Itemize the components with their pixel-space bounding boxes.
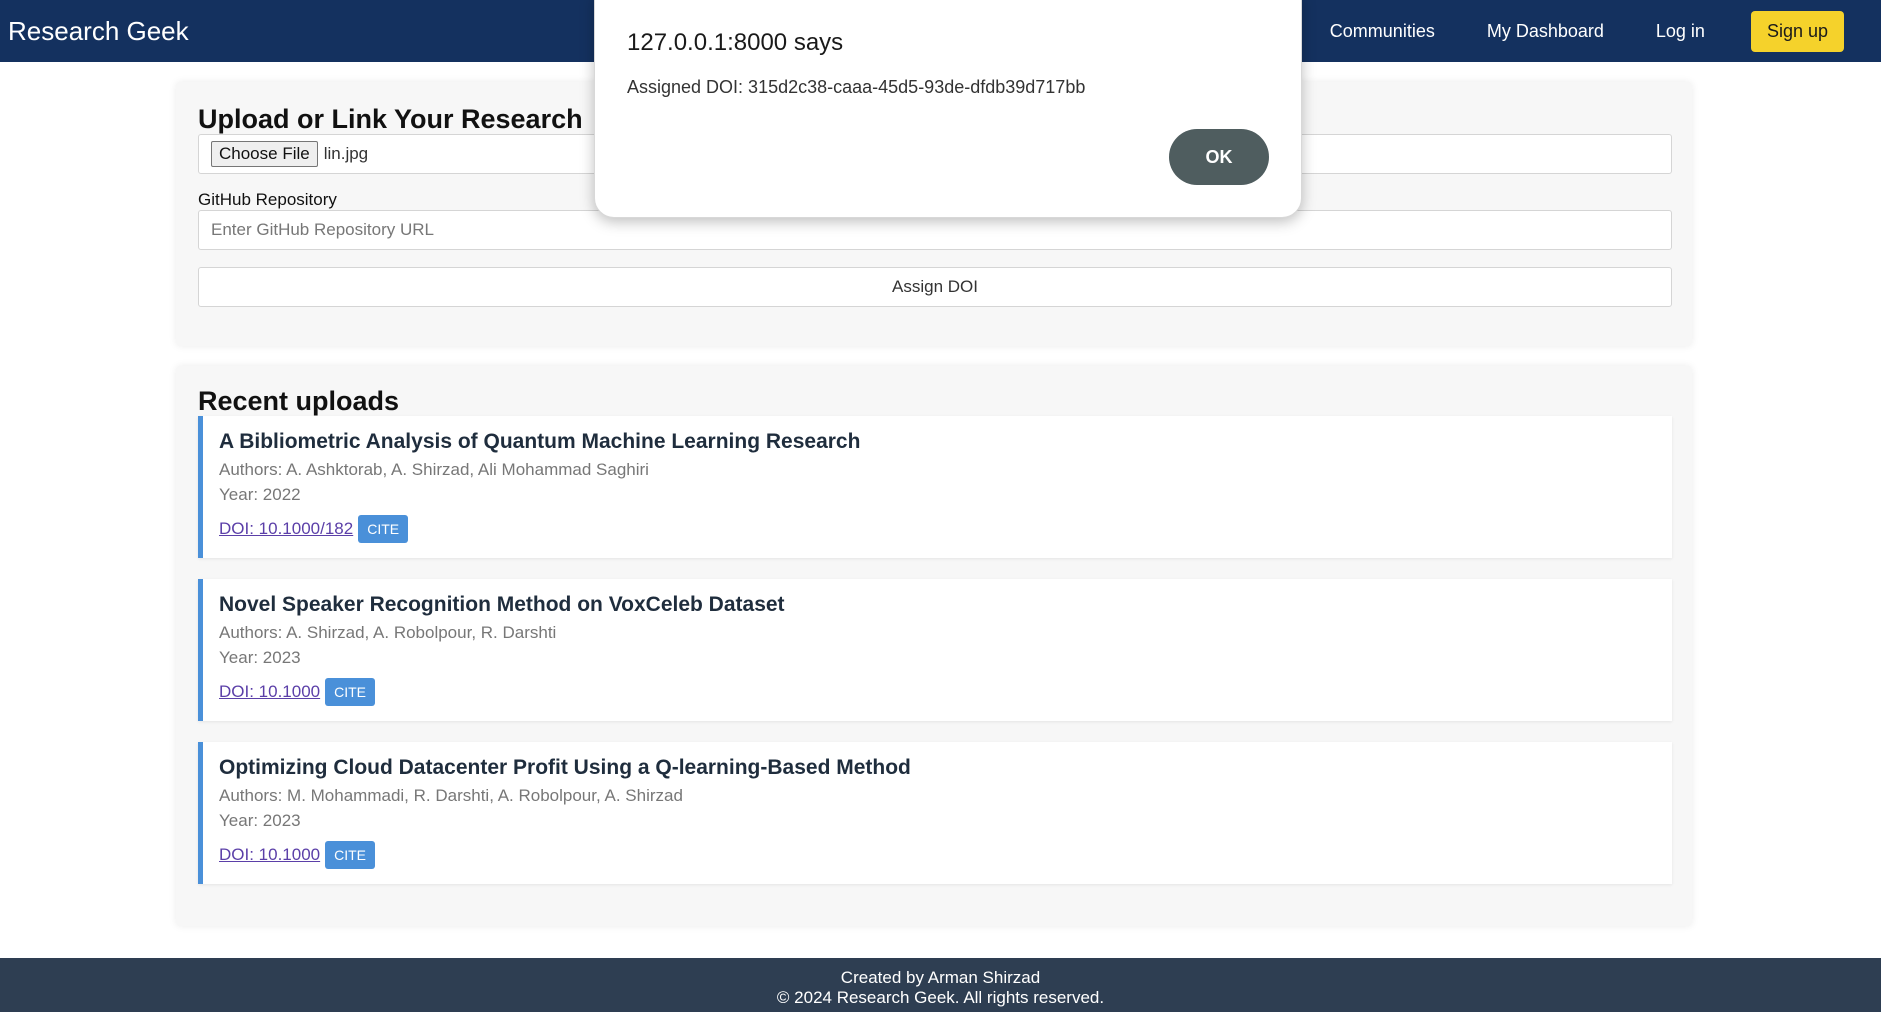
selected-file-name: lin.jpg <box>323 144 369 163</box>
ok-button[interactable]: OK <box>1169 129 1269 185</box>
github-label: GitHub Repository <box>198 190 337 209</box>
item-authors: Authors: A. Ashktorab, A. Shirzad, Ali M… <box>219 460 649 479</box>
cite-button[interactable]: CITE <box>325 841 376 869</box>
footer-credit: Created by Arman Shirzad <box>840 968 1041 987</box>
nav-my-dashboard[interactable]: My Dashboard <box>1487 21 1604 42</box>
upload-title: Upload or Link Your Research <box>198 104 583 134</box>
item-actions: DOI: 10.1000/182 CITE <box>219 515 409 543</box>
assign-doi-button[interactable]: Assign DOI <box>198 267 1672 307</box>
footer-copyright: © 2024 Research Geek. All rights reserve… <box>776 988 1105 1007</box>
nav-links: Communities My Dashboard Log in Sign up <box>1330 10 1844 52</box>
nav-log-in[interactable]: Log in <box>1656 21 1705 42</box>
cite-button[interactable]: CITE <box>325 678 376 706</box>
brand-logo[interactable]: Research Geek <box>8 16 189 47</box>
item-year: Year: 2022 <box>219 485 301 504</box>
recent-uploads-card: Recent uploads A Bibliometric Analysis o… <box>176 366 1692 926</box>
list-item: Optimizing Cloud Datacenter Profit Using… <box>198 742 1672 884</box>
doi-link[interactable]: DOI: 10.1000 <box>219 845 320 865</box>
choose-file-button[interactable]: Choose File <box>211 141 318 167</box>
item-actions: DOI: 10.1000 CITE <box>219 841 376 869</box>
item-title: Optimizing Cloud Datacenter Profit Using… <box>219 756 911 779</box>
doi-link[interactable]: DOI: 10.1000/182 <box>219 519 353 539</box>
dialog-message: Assigned DOI: 315d2c38-caaa-45d5-93de-df… <box>627 77 1086 97</box>
item-year: Year: 2023 <box>219 811 301 830</box>
footer: Created by Arman Shirzad © 2024 Research… <box>0 958 1881 1012</box>
alert-dialog: 127.0.0.1:8000 says Assigned DOI: 315d2c… <box>594 0 1302 218</box>
item-title: Novel Speaker Recognition Method on VoxC… <box>219 593 785 616</box>
doi-link[interactable]: DOI: 10.1000 <box>219 682 320 702</box>
item-title: A Bibliometric Analysis of Quantum Machi… <box>219 430 861 453</box>
cite-button[interactable]: CITE <box>358 515 409 543</box>
recent-uploads-title: Recent uploads <box>198 386 400 416</box>
dialog-title: 127.0.0.1:8000 says <box>627 29 844 56</box>
item-authors: Authors: M. Mohammadi, R. Darshti, A. Ro… <box>219 786 683 805</box>
nav-communities[interactable]: Communities <box>1330 21 1435 42</box>
item-actions: DOI: 10.1000 CITE <box>219 678 376 706</box>
list-item: Novel Speaker Recognition Method on VoxC… <box>198 579 1672 721</box>
item-authors: Authors: A. Shirzad, A. Robolpour, R. Da… <box>219 623 557 642</box>
item-year: Year: 2023 <box>219 648 301 667</box>
list-item: A Bibliometric Analysis of Quantum Machi… <box>198 416 1672 558</box>
sign-up-button[interactable]: Sign up <box>1750 10 1844 52</box>
